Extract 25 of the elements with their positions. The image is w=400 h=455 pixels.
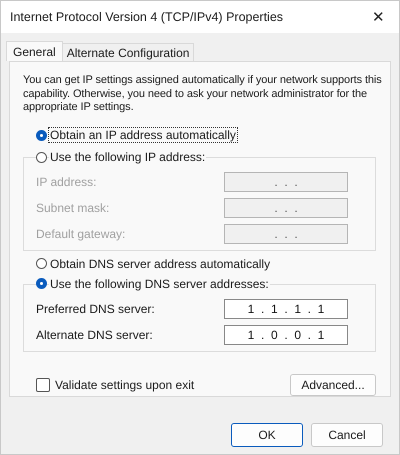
- field-label: Preferred DNS server:: [36, 302, 155, 316]
- window-title: Internet Protocol Version 4 (TCP/IPv4) Properties: [10, 10, 284, 24]
- advanced-button[interactable]: Advanced...: [290, 374, 376, 396]
- field-label: Subnet mask:: [36, 201, 110, 216]
- field-label: IP address:: [36, 175, 96, 190]
- dialog-button[interactable]: Cancel: [311, 423, 383, 447]
- field-label: Alternate DNS server:: [36, 328, 153, 342]
- tab[interactable]: General: [6, 41, 63, 61]
- checkbox[interactable]: [36, 378, 50, 392]
- radio-button[interactable]: [36, 278, 47, 290]
- tab[interactable]: Alternate Configuration: [62, 43, 194, 61]
- radio-label[interactable]: Obtain an IP address automatically: [49, 128, 237, 142]
- radio-label[interactable]: Use the following DNS server addresses:: [49, 276, 270, 291]
- checkbox-label[interactable]: Validate settings upon exit: [55, 378, 194, 392]
- ip-address-field[interactable]: 1 . 1 . 1 . 1: [224, 298, 348, 319]
- field-label: Default gateway:: [36, 227, 126, 242]
- ip-address-field[interactable]: 1 . 0 . 0 . 1: [224, 324, 348, 345]
- dialog-button[interactable]: OK: [231, 423, 303, 447]
- close-button[interactable]: ✕: [366, 8, 391, 26]
- radio-button[interactable]: [36, 130, 47, 141]
- radio-button[interactable]: [36, 258, 47, 270]
- radio-label[interactable]: Use the following IP address:: [49, 150, 206, 164]
- radio-button[interactable]: [36, 152, 47, 163]
- description-text: You can get IP settings assigned automatically if your network supports this capability. Otherwise, you need to ask your network administrator for the appropriate IP settings.: [23, 74, 383, 114]
- radio-label[interactable]: Obtain DNS server address automatically: [49, 256, 272, 271]
